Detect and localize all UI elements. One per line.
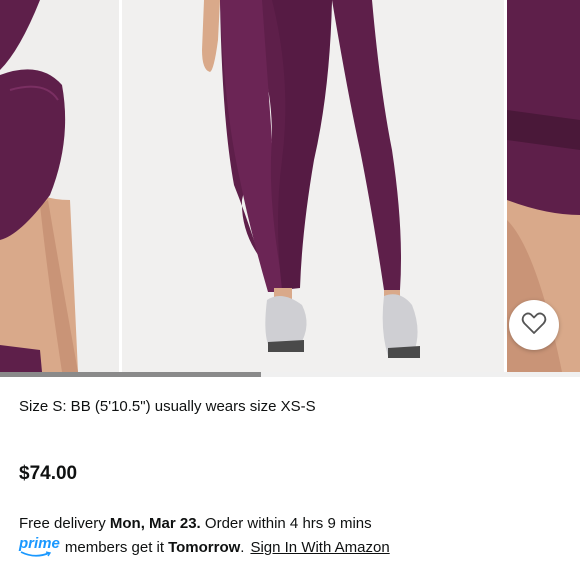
gallery-scrollbar[interactable]	[0, 372, 580, 377]
delivery-info: Free delivery Mon, Mar 23. Order within …	[19, 515, 372, 532]
product-photo-full-leggings[interactable]	[122, 0, 504, 372]
size-note: Size S: BB (5'10.5") usually wears size …	[19, 398, 316, 415]
prime-word: prime	[19, 535, 60, 552]
delivery-date: Mon, Mar 23.	[109, 515, 201, 532]
sign-in-link[interactable]: Sign In With Amazon	[250, 539, 389, 556]
prime-logo: prime	[19, 535, 60, 557]
prime-delivery-info: prime members get it Tomorrow. Sign In W…	[19, 535, 390, 557]
image-gallery[interactable]	[0, 0, 580, 372]
delivery-countdown: Order within 4 hrs 9 mins	[204, 515, 372, 532]
prime-day: Tomorrow	[168, 538, 241, 556]
delivery-prefix: Free delivery	[19, 515, 106, 532]
product-photo-detail-top[interactable]	[0, 0, 119, 372]
heart-outline-icon	[521, 311, 547, 340]
product-price: $74.00	[19, 463, 78, 484]
prime-period: .	[240, 538, 245, 556]
prime-text: members get it	[64, 538, 165, 556]
wishlist-button[interactable]	[509, 300, 559, 350]
gallery-scrollbar-thumb[interactable]	[0, 372, 261, 377]
prime-smile-icon	[20, 551, 52, 557]
